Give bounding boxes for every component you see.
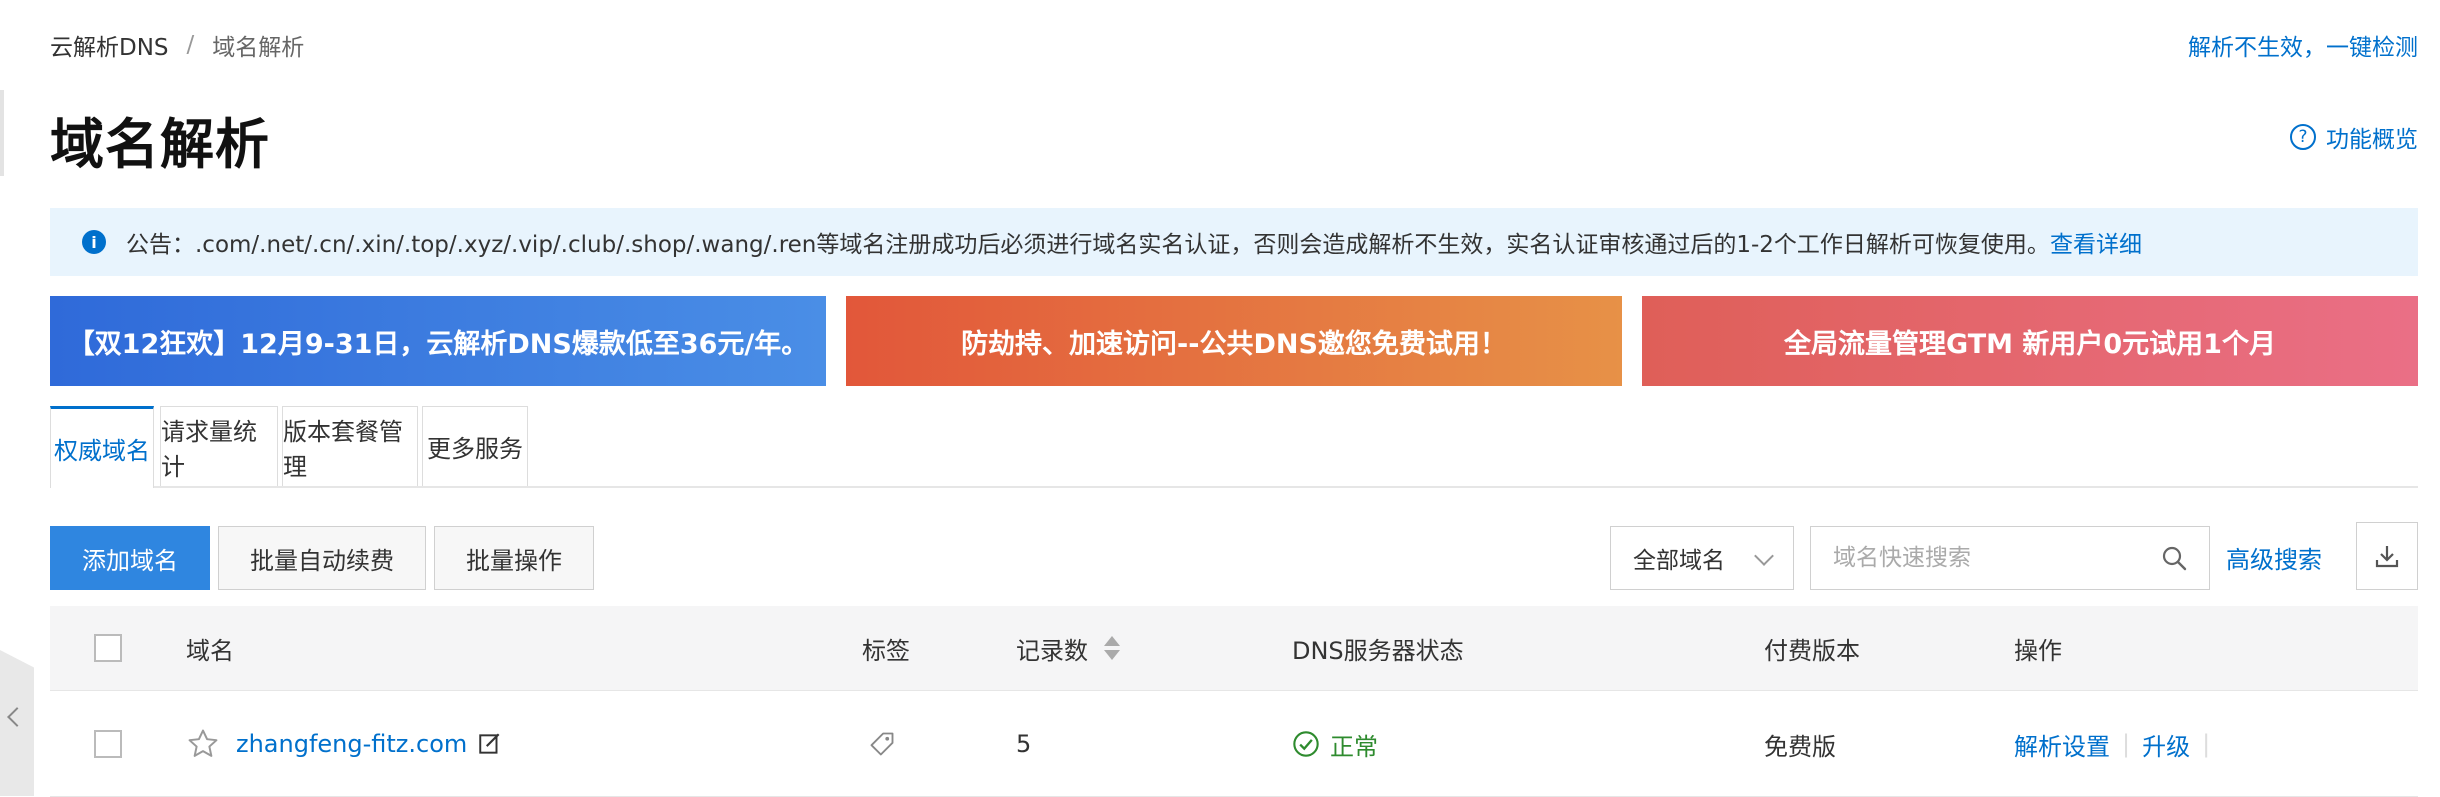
tab-more-services[interactable]: 更多服务	[422, 406, 528, 486]
tab-authoritative-domains[interactable]: 权威域名	[50, 406, 154, 488]
table-header: 域名 标签 记录数 DNS服务器状态 付费版本 操作	[50, 606, 2418, 691]
dns-settings-link[interactable]: 解析设置	[2014, 727, 2110, 762]
col-actions: 操作	[2014, 636, 2062, 665]
breadcrumb-separator: /	[186, 32, 195, 58]
sort-icon[interactable]	[1104, 636, 1120, 660]
tag-cell	[868, 692, 896, 796]
announcement-details-link[interactable]: 查看详细	[2050, 225, 2142, 259]
col-domain: 域名	[186, 636, 234, 665]
plan-text: 免费版	[1764, 732, 1836, 761]
promo-banner-gtm[interactable]: 全局流量管理GTM 新用户0元试用1个月	[1642, 296, 2418, 386]
search-icon[interactable]	[2161, 545, 2187, 571]
domain-filter-select[interactable]: 全部域名	[1610, 526, 1794, 590]
table-row: zhangfeng-fitz.com 5 正常 免费版 解析设置 | 升级 |	[50, 692, 2418, 797]
actions-cell: 解析设置 | 升级 |	[2014, 692, 2210, 796]
search-box	[1810, 526, 2210, 590]
breadcrumb-root[interactable]: 云解析DNS	[50, 28, 169, 62]
star-icon[interactable]	[186, 727, 220, 761]
feature-overview-label: 功能概览	[2326, 127, 2418, 153]
col-dns-status: DNS服务器状态	[1292, 636, 1464, 665]
one-click-check-link[interactable]: 解析不生效，一键检测	[2188, 28, 2418, 62]
tag-icon[interactable]	[868, 730, 896, 758]
batch-auto-renew-button[interactable]: 批量自动续费	[218, 526, 426, 590]
col-plan: 付费版本	[1764, 636, 1860, 665]
breadcrumb-current: 域名解析	[212, 35, 305, 61]
announcement-text: 公告：.com/.net/.cn/.xin/.top/.xyz/.vip/.cl…	[126, 232, 2050, 258]
promo-banner-public-dns[interactable]: 防劫持、加速访问--公共DNS邀您免费试用！	[846, 296, 1622, 386]
select-all-checkbox[interactable]	[94, 634, 122, 662]
chevron-down-icon	[1754, 546, 1774, 566]
breadcrumb: 云解析DNS / 域名解析	[50, 28, 304, 62]
check-circle-icon	[1293, 731, 1319, 757]
header-checkbox-cell	[94, 606, 122, 690]
col-records: 记录数	[1016, 636, 1088, 665]
download-button[interactable]	[2356, 522, 2418, 590]
announcement-bar: i 公告：.com/.net/.cn/.xin/.top/.xyz/.vip/.…	[50, 208, 2418, 276]
col-tag: 标签	[862, 636, 910, 665]
side-edge-indicator	[0, 90, 4, 176]
question-circle-icon: ?	[2290, 124, 2316, 150]
edit-icon[interactable]	[477, 731, 503, 757]
upgrade-link[interactable]: 升级	[2142, 727, 2190, 762]
domain-link[interactable]: zhangfeng-fitz.com	[236, 730, 467, 758]
row-checkbox[interactable]	[94, 730, 122, 758]
info-icon: i	[82, 230, 106, 254]
promo-banner-dns-sale[interactable]: 【双12狂欢】12月9-31日，云解析DNS爆款低至36元/年。	[50, 296, 826, 386]
sidebar-collapse-handle[interactable]	[0, 650, 34, 796]
chevron-left-icon	[7, 707, 27, 727]
add-domain-button[interactable]: 添加域名	[50, 526, 210, 590]
advanced-search-link[interactable]: 高级搜索	[2226, 540, 2322, 575]
tab-bar: 权威域名 请求量统计 版本套餐管理 更多服务	[50, 406, 2418, 488]
tab-plan-management[interactable]: 版本套餐管理	[282, 406, 418, 486]
page-title: 域名解析	[50, 113, 270, 176]
download-icon	[2375, 546, 2399, 568]
tab-request-stats[interactable]: 请求量统计	[160, 406, 278, 486]
dns-status-text: 正常	[1330, 732, 1378, 761]
col-records-cell: 记录数	[1016, 606, 1120, 690]
domain-cell: zhangfeng-fitz.com	[186, 692, 503, 796]
row-checkbox-cell	[94, 692, 122, 796]
domain-search-input[interactable]	[1811, 527, 2141, 589]
action-divider: |	[2122, 730, 2131, 758]
domain-filter-value: 全部域名	[1633, 548, 1725, 574]
feature-overview-link[interactable]: ? 功能概览	[2290, 120, 2418, 154]
batch-operations-button[interactable]: 批量操作	[434, 526, 594, 590]
action-divider: |	[2202, 730, 2211, 758]
records-count: 5	[1016, 730, 1032, 758]
dns-status-cell: 正常	[1292, 692, 1378, 796]
